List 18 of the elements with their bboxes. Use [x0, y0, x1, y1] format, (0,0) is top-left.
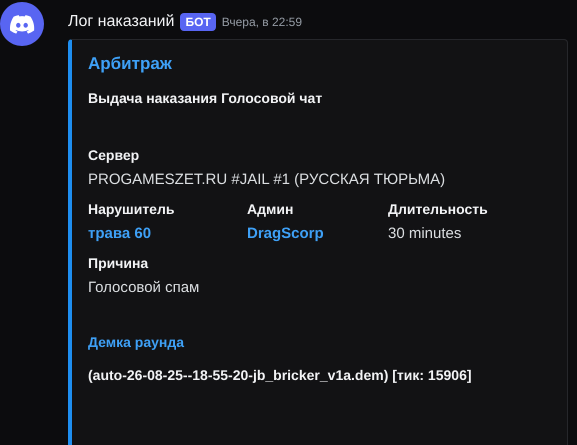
- embed-title: Арбитраж: [88, 53, 173, 75]
- field-value: 30 minutes: [388, 224, 462, 244]
- author-name[interactable]: Лог наказаний: [68, 13, 174, 31]
- bot-tag: БОТ: [180, 13, 216, 31]
- bot-avatar-icon[interactable]: [0, 2, 44, 46]
- user-mention[interactable]: трава 60: [88, 223, 247, 245]
- field-name: Длительность: [388, 200, 489, 219]
- field-name: Сервер: [88, 146, 140, 165]
- demo-file-name: (auto-26-08-25--18-55-20-jb_bricker_v1a.dem) [тик: 15906]: [88, 366, 473, 385]
- field-name: Админ: [247, 200, 294, 219]
- demo-link[interactable]: Демка раунда: [88, 332, 551, 352]
- embed-description: Выдача наказания Голосовой чат: [88, 89, 324, 108]
- field-name: Нарушитель: [88, 200, 176, 219]
- user-mention[interactable]: DragScorp: [247, 223, 388, 245]
- field-value: PROGAMESZET.RU #JAIL #1 (РУССКАЯ ТЮРЬМА): [88, 170, 446, 190]
- message-timestamp: Вчера, в 22:59: [222, 15, 302, 29]
- field-value: Голосовой спам: [88, 278, 200, 298]
- field-name: Причина: [88, 254, 150, 273]
